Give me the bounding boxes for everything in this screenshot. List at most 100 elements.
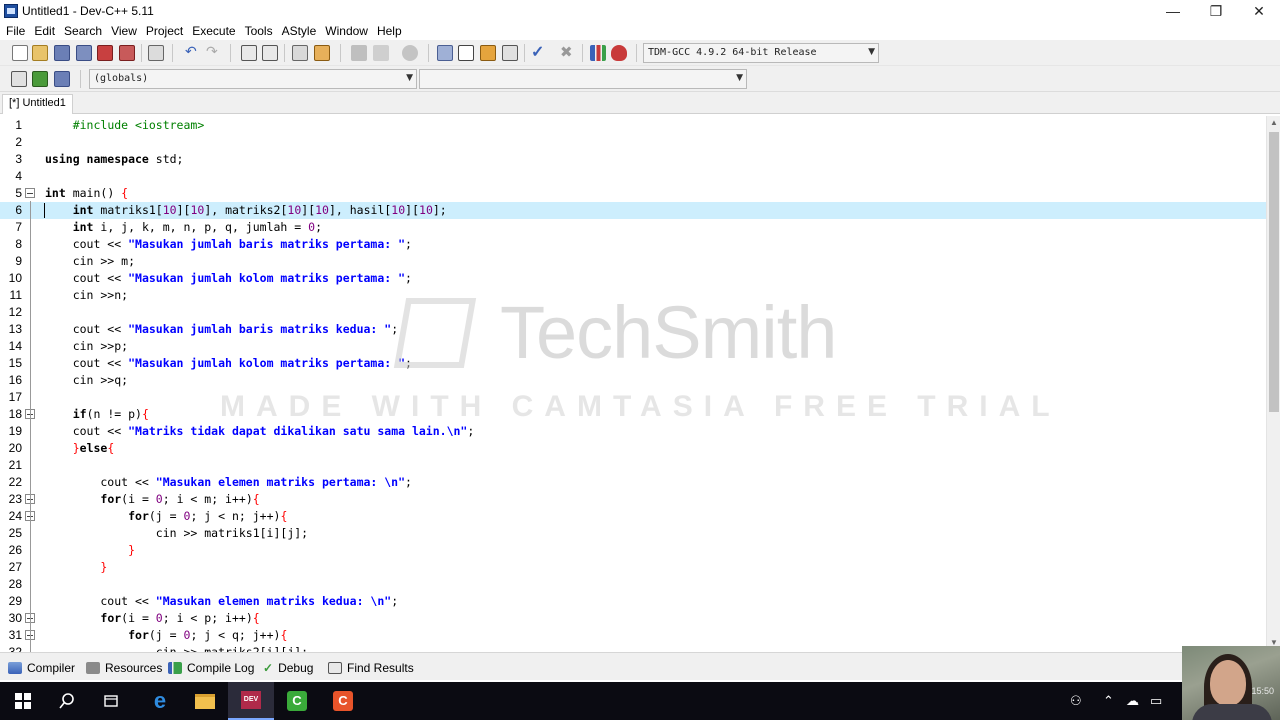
task-view-icon[interactable] xyxy=(88,682,134,720)
devcpp-taskbar-icon[interactable]: DEV xyxy=(228,682,274,720)
battery-icon[interactable]: ▭ xyxy=(1150,693,1162,709)
code-line[interactable]: 14 cin >>p; xyxy=(0,338,1266,355)
code-text: cout << "Masukan elemen matriks pertama:… xyxy=(45,475,412,489)
toggle-bookmark-icon[interactable] xyxy=(54,71,70,87)
file-explorer-icon[interactable] xyxy=(182,682,228,720)
code-line[interactable]: 6 int matriks1[10][10], matriks2[10][10]… xyxy=(0,202,1266,219)
menu-tools[interactable]: Tools xyxy=(243,22,280,40)
insert-icon[interactable] xyxy=(11,71,27,87)
tab-debug[interactable]: ✓ Debug xyxy=(263,659,313,677)
edge-browser-icon[interactable]: e xyxy=(137,682,183,720)
network-icon[interactable]: ☁ xyxy=(1126,693,1139,709)
goto-icon[interactable] xyxy=(32,71,48,87)
code-line[interactable]: 13 cout << "Masukan jumlah baris matriks… xyxy=(0,321,1266,338)
code-line[interactable]: 19 cout << "Matriks tidak dapat dikalika… xyxy=(0,423,1266,440)
people-icon[interactable]: ⚇ xyxy=(1070,693,1082,709)
find-icon[interactable] xyxy=(241,45,257,61)
bookmark-next-icon[interactable] xyxy=(373,45,389,61)
menu-astyle[interactable]: AStyle xyxy=(280,22,324,40)
menu-window[interactable]: Window xyxy=(323,22,375,40)
code-line[interactable]: 21 xyxy=(0,457,1266,474)
undo-icon[interactable]: ↶ xyxy=(185,43,201,59)
code-line[interactable]: 24 for(j = 0; j < n; j++){ xyxy=(0,508,1266,525)
code-line[interactable]: 10 cout << "Masukan jumlah kolom matriks… xyxy=(0,270,1266,287)
code-line[interactable]: 26 } xyxy=(0,542,1266,559)
code-line[interactable]: 27 } xyxy=(0,559,1266,576)
maximize-button[interactable]: ❐ xyxy=(1193,0,1239,22)
tab-find-results[interactable]: Find Results xyxy=(328,659,414,677)
goto-line-icon[interactable] xyxy=(402,45,418,61)
chevron-up-icon[interactable]: ⌃ xyxy=(1103,693,1114,709)
code-line[interactable]: 5 int main() { xyxy=(0,185,1266,202)
code-line[interactable]: 12 xyxy=(0,304,1266,321)
stop-icon[interactable]: ✖ xyxy=(560,43,576,61)
search-icon[interactable] xyxy=(44,682,90,720)
tab-compiler[interactable]: Compiler xyxy=(8,659,75,677)
code-line[interactable]: 25 cin >> matriks1[i][j]; xyxy=(0,525,1266,542)
indent-icon[interactable] xyxy=(292,45,308,61)
tab-resources[interactable]: Resources xyxy=(86,659,162,677)
tab-untitled1[interactable]: [*] Untitled1 xyxy=(2,94,73,114)
menu-search[interactable]: Search xyxy=(62,22,109,40)
open-file-icon[interactable] xyxy=(32,45,48,61)
code-line[interactable]: 1 #include <iostream> xyxy=(0,117,1266,134)
code-line[interactable]: 9 cin >> m; xyxy=(0,253,1266,270)
syntax-check-icon[interactable]: ✓ xyxy=(531,42,547,61)
print-icon[interactable] xyxy=(148,45,164,61)
bookmark-prev-icon[interactable] xyxy=(351,45,367,61)
code-line[interactable]: 8 cout << "Masukan jumlah baris matriks … xyxy=(0,236,1266,253)
compiler-select[interactable]: TDM-GCC 4.9.2 64-bit Release ▼ xyxy=(643,43,879,63)
menu-edit[interactable]: Edit xyxy=(32,22,62,40)
new-project-icon[interactable] xyxy=(458,45,474,61)
save-all-icon[interactable] xyxy=(76,45,92,61)
code-line[interactable]: 28 xyxy=(0,576,1266,593)
codeblocks-taskbar-icon[interactable]: C xyxy=(274,682,320,720)
globals-select[interactable]: (globals) ▼ xyxy=(89,69,417,89)
code-line[interactable]: 3 using namespace std; xyxy=(0,151,1266,168)
members-select[interactable]: ▼ xyxy=(419,69,747,89)
code-line[interactable]: 20 }else{ xyxy=(0,440,1266,457)
close-file-icon[interactable] xyxy=(97,45,113,61)
menu-file[interactable]: File xyxy=(4,22,32,40)
windows-start-icon[interactable] xyxy=(0,682,46,720)
menu-help[interactable]: Help xyxy=(375,22,409,40)
code-line[interactable]: 31 for(j = 0; j < q; j++){ xyxy=(0,627,1266,644)
code-line[interactable]: 23 for(i = 0; i < m; i++){ xyxy=(0,491,1266,508)
close-all-icon[interactable] xyxy=(119,45,135,61)
close-button[interactable]: ✕ xyxy=(1236,0,1280,22)
code-editor[interactable]: 1 #include <iostream> 2 3 using namespace s… xyxy=(0,116,1266,652)
code-line[interactable]: 11 cin >>n; xyxy=(0,287,1266,304)
code-line[interactable]: 7 int i, j, k, m, n, p, q, jumlah = 0; xyxy=(0,219,1266,236)
delete-profile-icon[interactable] xyxy=(611,45,627,61)
code-line[interactable]: 4 xyxy=(0,168,1266,185)
redo-icon[interactable]: ↷ xyxy=(206,43,222,59)
save-icon[interactable] xyxy=(54,45,70,61)
code-line[interactable]: 32 cin >> matriks2[i][j]; xyxy=(0,644,1266,652)
menu-execute[interactable]: Execute xyxy=(190,22,242,40)
camtasia-taskbar-icon[interactable]: C xyxy=(320,682,366,720)
profile-chart-icon[interactable] xyxy=(590,45,606,61)
scrollbar-thumb[interactable] xyxy=(1269,132,1279,412)
menu-project[interactable]: Project xyxy=(144,22,190,40)
code-line[interactable]: 17 xyxy=(0,389,1266,406)
new-file-icon[interactable] xyxy=(12,45,28,61)
code-line[interactable]: 16 cin >>q; xyxy=(0,372,1266,389)
code-line[interactable]: 30 for(i = 0; i < p; i++){ xyxy=(0,610,1266,627)
minimize-button[interactable]: — xyxy=(1150,0,1196,22)
editor-scrollbar[interactable]: ▲ ▼ xyxy=(1266,116,1280,652)
fold-toggle-icon[interactable] xyxy=(25,188,35,198)
unindent-icon[interactable] xyxy=(314,45,330,61)
code-line[interactable]: 29 cout << "Masukan elemen matriks kedua… xyxy=(0,593,1266,610)
scroll-up-icon[interactable]: ▲ xyxy=(1269,118,1279,130)
code-text: cin >>p; xyxy=(45,339,129,353)
replace-icon[interactable] xyxy=(262,45,278,61)
new-class-icon[interactable] xyxy=(437,45,453,61)
menu-view[interactable]: View xyxy=(109,22,144,40)
project-options-icon[interactable] xyxy=(502,45,518,61)
tab-compile-log[interactable]: Compile Log xyxy=(168,659,254,677)
open-project-icon[interactable] xyxy=(480,45,496,61)
code-line[interactable]: 18 if(n != p){ xyxy=(0,406,1266,423)
code-line[interactable]: 2 xyxy=(0,134,1266,151)
code-line[interactable]: 22 cout << "Masukan elemen matriks perta… xyxy=(0,474,1266,491)
code-line[interactable]: 15 cout << "Masukan jumlah kolom matriks… xyxy=(0,355,1266,372)
